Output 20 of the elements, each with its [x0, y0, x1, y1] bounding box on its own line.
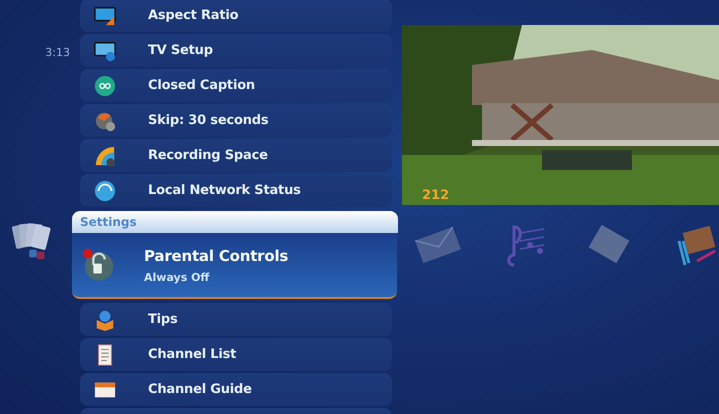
clock-time: 3:13 — [45, 46, 70, 59]
monitor-ruler-icon — [94, 4, 116, 26]
menu-item[interactable]: Tips — [80, 303, 392, 336]
menu-item[interactable]: Local Network Status — [80, 174, 392, 207]
pie-chart-icon — [94, 144, 116, 166]
menu-item[interactable]: TV Setup — [80, 34, 392, 67]
channel-number: 212 — [421, 188, 450, 205]
menu-item[interactable]: Aspect Ratio — [80, 0, 392, 32]
menu-item[interactable]: Closed Caption — [80, 69, 392, 102]
menu-item[interactable]: Recording Space — [80, 139, 392, 172]
menu-item[interactable]: Skip: 30 seconds — [80, 104, 392, 137]
category-header: Settings — [72, 211, 398, 233]
monitor-icon — [94, 40, 116, 62]
cc-icon — [94, 74, 116, 96]
menu-item[interactable]: Channel Guide — [80, 373, 392, 406]
menu-item-value: Always Off — [144, 270, 210, 284]
menu-item-label: Parental Controls — [144, 246, 288, 264]
padlock-icon — [82, 248, 116, 282]
menu-item[interactable]: Channel List — [80, 338, 392, 371]
menu-item[interactable]: Parental Controls Always Off — [72, 233, 397, 299]
